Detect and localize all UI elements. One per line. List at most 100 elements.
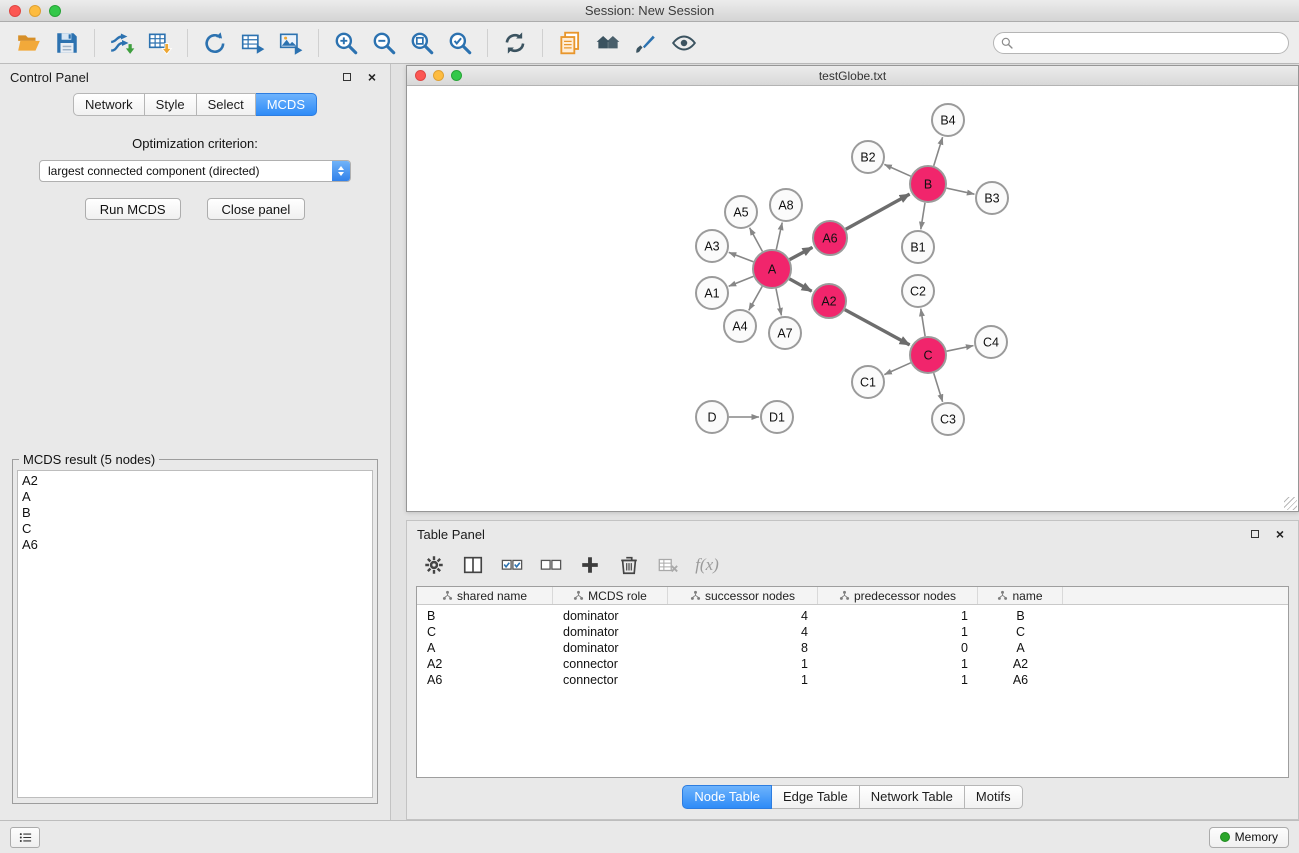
network-node-C4[interactable]: C4: [975, 326, 1007, 358]
show-columns-icon[interactable]: [460, 552, 486, 578]
network-edge-B-B2[interactable]: [884, 164, 910, 176]
zoom-out-icon[interactable]: [368, 27, 400, 59]
network-edge-B-B1[interactable]: [921, 203, 925, 229]
network-node-C3[interactable]: C3: [932, 403, 964, 435]
network-edge-A-A6[interactable]: [790, 247, 813, 259]
search-input[interactable]: [993, 32, 1289, 54]
network-node-B3[interactable]: B3: [976, 182, 1008, 214]
zoom-fit-icon[interactable]: [406, 27, 438, 59]
close-panel-button[interactable]: Close panel: [207, 198, 306, 220]
zoom-selected-icon[interactable]: [444, 27, 476, 59]
network-edge-A-A2[interactable]: [789, 279, 811, 291]
network-edge-C-C4[interactable]: [947, 346, 974, 352]
tab-select[interactable]: Select: [197, 93, 256, 116]
add-column-icon[interactable]: [577, 552, 603, 578]
import-network-icon[interactable]: [106, 27, 138, 59]
network-node-D1[interactable]: D1: [761, 401, 793, 433]
network-edge-A2-C[interactable]: [845, 310, 910, 345]
network-node-C2[interactable]: C2: [902, 275, 934, 307]
network-node-A1[interactable]: A1: [696, 277, 728, 309]
tab-motifs[interactable]: Motifs: [965, 785, 1023, 809]
network-node-A5[interactable]: A5: [725, 196, 757, 228]
network-minimize-button[interactable]: [433, 70, 444, 81]
result-list-item[interactable]: A6: [18, 537, 372, 553]
network-graph[interactable]: B4B2BB3A5A8A6A3B1AC2A1A2A4A7C4CC1C3DD1: [407, 86, 1297, 510]
network-node-D[interactable]: D: [696, 401, 728, 433]
tab-edge-table[interactable]: Edge Table: [772, 785, 860, 809]
network-canvas[interactable]: B4B2BB3A5A8A6A3B1AC2A1A2A4A7C4CC1C3DD1: [407, 86, 1298, 511]
column-header-MCDS-role[interactable]: MCDS role: [553, 587, 668, 604]
select-all-icon[interactable]: [499, 552, 525, 578]
network-node-A[interactable]: A: [753, 250, 791, 288]
network-edge-C-C1[interactable]: [884, 363, 910, 375]
open-folder-icon[interactable]: [13, 27, 45, 59]
result-list-item[interactable]: A2: [18, 473, 372, 489]
column-header-name[interactable]: name: [978, 587, 1063, 604]
new-network-icon[interactable]: [199, 27, 231, 59]
column-header-predecessor-nodes[interactable]: predecessor nodes: [818, 587, 978, 604]
network-edge-A-A1[interactable]: [729, 276, 754, 286]
float-table-panel-icon[interactable]: [1247, 526, 1263, 542]
network-edge-C-C3[interactable]: [934, 373, 943, 402]
network-node-A2[interactable]: A2: [812, 284, 846, 318]
network-edge-B-B4[interactable]: [934, 137, 943, 166]
close-panel-icon[interactable]: ×: [364, 69, 380, 85]
home-icon[interactable]: [592, 27, 624, 59]
style-icon[interactable]: [630, 27, 662, 59]
network-node-C[interactable]: C: [910, 337, 946, 373]
table-row[interactable]: A2connector11A2: [417, 656, 1288, 672]
import-table-icon[interactable]: [144, 27, 176, 59]
tab-node-table[interactable]: Node Table: [682, 785, 772, 809]
tab-mcds[interactable]: MCDS: [256, 93, 317, 116]
network-edge-A-A3[interactable]: [729, 252, 754, 261]
network-node-B2[interactable]: B2: [852, 141, 884, 173]
network-node-B1[interactable]: B1: [902, 231, 934, 263]
eye-icon[interactable]: [668, 27, 700, 59]
close-table-panel-icon[interactable]: ×: [1272, 526, 1288, 542]
result-list-item[interactable]: A: [18, 489, 372, 505]
column-header-shared-name[interactable]: shared name: [417, 587, 553, 604]
mcds-result-list[interactable]: A2ABCA6: [17, 470, 373, 798]
column-header-successor-nodes[interactable]: successor nodes: [668, 587, 818, 604]
network-edge-A6-B[interactable]: [846, 194, 910, 229]
result-list-item[interactable]: B: [18, 505, 372, 521]
result-list-item[interactable]: C: [18, 521, 372, 537]
export-table-icon[interactable]: [237, 27, 269, 59]
network-edge-C-C2[interactable]: [921, 309, 925, 336]
network-node-B4[interactable]: B4: [932, 104, 964, 136]
network-edge-A-A7[interactable]: [776, 289, 781, 316]
network-node-A8[interactable]: A8: [770, 189, 802, 221]
network-edge-A-A8[interactable]: [776, 223, 782, 250]
copy-document-icon[interactable]: [554, 27, 586, 59]
function-builder-icon[interactable]: f(x): [694, 552, 720, 578]
network-node-C1[interactable]: C1: [852, 366, 884, 398]
zoom-in-icon[interactable]: [330, 27, 362, 59]
tab-network[interactable]: Network: [73, 93, 145, 116]
network-zoom-button[interactable]: [451, 70, 462, 81]
resize-grip-icon[interactable]: [1284, 497, 1297, 510]
network-edge-A-A5[interactable]: [750, 228, 763, 252]
list-icon[interactable]: [10, 827, 40, 848]
network-window-titlebar[interactable]: testGlobe.txt: [407, 66, 1298, 86]
network-node-A4[interactable]: A4: [724, 310, 756, 342]
memory-button[interactable]: Memory: [1209, 827, 1289, 848]
delete-table-icon[interactable]: [655, 552, 681, 578]
tab-network-table[interactable]: Network Table: [860, 785, 965, 809]
deselect-all-icon[interactable]: [538, 552, 564, 578]
table-row[interactable]: A6connector11A6: [417, 672, 1288, 688]
tab-style[interactable]: Style: [145, 93, 197, 116]
table-row[interactable]: Bdominator41B: [417, 608, 1288, 624]
save-icon[interactable]: [51, 27, 83, 59]
network-close-button[interactable]: [415, 70, 426, 81]
optimization-criterion-dropdown[interactable]: largest connected component (directed): [39, 160, 351, 182]
network-node-A7[interactable]: A7: [769, 317, 801, 349]
export-image-icon[interactable]: [275, 27, 307, 59]
run-mcds-button[interactable]: Run MCDS: [85, 198, 181, 220]
network-node-B[interactable]: B: [910, 166, 946, 202]
network-edge-A-A4[interactable]: [749, 286, 762, 310]
table-row[interactable]: Adominator80A: [417, 640, 1288, 656]
float-panel-icon[interactable]: [339, 69, 355, 85]
delete-column-icon[interactable]: [616, 552, 642, 578]
table-row[interactable]: Cdominator41C: [417, 624, 1288, 640]
refresh-icon[interactable]: [499, 27, 531, 59]
